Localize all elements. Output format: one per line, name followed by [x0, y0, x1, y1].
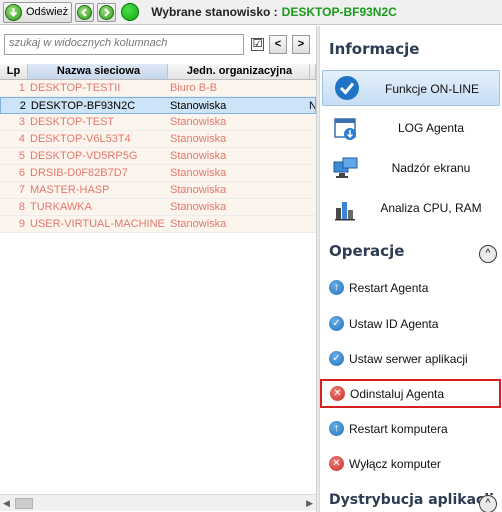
horizontal-scrollbar[interactable]: ◀ ▶: [0, 494, 316, 511]
check-circle-icon: ✓: [329, 351, 344, 366]
cell-extra: N: [309, 100, 316, 112]
column-header-unit[interactable]: Jedn. organizacyjna: [168, 64, 310, 79]
selected-station-label: Wybrane stanowisko :: [151, 5, 278, 19]
arrow-right-icon: [99, 4, 115, 20]
cell-name: DESKTOP-V6L53T4: [30, 133, 131, 145]
cell-unit: Stanowiska: [170, 133, 227, 145]
table-row[interactable]: 9 USER-VIRTUAL-MACHINE Stanowiska: [0, 216, 316, 233]
actions-panel: Informacje Funkcje ON-LINE LOG Agenta Na…: [319, 26, 502, 512]
selected-station-value: DESKTOP-BF93N2C: [281, 5, 397, 19]
table-row[interactable]: 1 DESKTOP-TESTII Biuro B-B: [0, 80, 316, 97]
restart-computer-label: Restart komputera: [349, 422, 448, 436]
scroll-right-icon[interactable]: ▶: [306, 498, 313, 509]
check-circle-icon: ✓: [329, 316, 344, 331]
uninstall-agent-button[interactable]: ✕ Odinstaluj Agenta: [320, 379, 501, 408]
check-circle-icon: [334, 75, 360, 101]
forward-button[interactable]: [97, 2, 117, 22]
stations-pane: szukaj w widocznych kolumnach ☑ < > Lp N…: [0, 26, 316, 512]
collapse-distribution-button[interactable]: ^: [479, 495, 497, 512]
cell-lp: 8: [18, 201, 25, 213]
column-header-name[interactable]: Nazwa sieciowa: [28, 64, 168, 79]
cell-unit: Stanowiska: [170, 201, 227, 213]
restart-agent-label: Restart Agenta: [349, 281, 429, 295]
cell-name: DESKTOP-BF93N2C: [30, 100, 136, 112]
table-header: Lp Nazwa sieciowa Jedn. organizacyjna: [0, 64, 316, 80]
shutdown-computer-button[interactable]: ✕ Wyłącz komputer: [322, 450, 500, 478]
cell-lp: 2: [19, 100, 26, 112]
cell-lp: 6: [18, 167, 25, 179]
online-status-icon: [121, 3, 140, 21]
table-row[interactable]: 6 DRSIB-D0F82B7D7 Stanowiska: [0, 165, 316, 182]
arrow-up-circle-icon: ↑: [329, 280, 344, 295]
info-section-title: Informacje: [329, 40, 420, 58]
column-header-lp[interactable]: Lp: [0, 64, 28, 79]
agent-log-label: LOG Agenta: [397, 121, 465, 135]
table-row-selected[interactable]: 2 DESKTOP-BF93N2C Stanowiska N: [0, 97, 316, 114]
search-next-button[interactable]: >: [292, 35, 310, 54]
cell-name: MASTER-HASP: [30, 184, 110, 196]
x-circle-icon: ✕: [329, 456, 344, 471]
uninstall-agent-label: Odinstaluj Agenta: [350, 387, 445, 401]
scroll-left-icon[interactable]: ◀: [3, 498, 10, 509]
cell-lp: 1: [18, 82, 25, 94]
cell-lp: 9: [18, 218, 25, 230]
table-row[interactable]: 3 DESKTOP-TEST Stanowiska: [0, 114, 316, 131]
cell-name: DRSIB-D0F82B7D7: [30, 167, 128, 179]
search-row: szukaj w widocznych kolumnach ☑ < >: [0, 33, 316, 57]
log-window-icon: [333, 116, 359, 142]
cell-unit: Biuro B-B: [170, 82, 218, 94]
shutdown-computer-label: Wyłącz komputer: [349, 457, 441, 471]
x-circle-icon: ✕: [330, 386, 345, 401]
cell-unit: Stanowiska: [170, 218, 227, 230]
refresh-button[interactable]: Odśwież: [3, 1, 73, 23]
back-button[interactable]: [75, 2, 95, 22]
screen-monitor-button[interactable]: Nadzór ekranu: [322, 150, 500, 190]
table-row[interactable]: 4 DESKTOP-V6L53T4 Stanowiska: [0, 131, 316, 148]
arrow-up-circle-icon: ↑: [329, 421, 344, 436]
toolbar: Odśwież Wybrane stanowisko : DESKTOP-BF9…: [0, 0, 502, 25]
cell-lp: 7: [18, 184, 25, 196]
cell-name: DESKTOP-TESTII: [30, 82, 121, 94]
refresh-down-arrow-icon: [5, 3, 22, 21]
monitor-icon: [333, 156, 359, 182]
cell-lp: 4: [18, 133, 25, 145]
cell-name: USER-VIRTUAL-MACHINE: [30, 218, 165, 230]
cpu-ram-analysis-label: Analiza CPU, RAM: [380, 201, 482, 215]
arrow-left-icon: [77, 4, 93, 20]
stations-table: Lp Nazwa sieciowa Jedn. organizacyjna 1 …: [0, 64, 316, 233]
scrollbar-thumb[interactable]: [15, 498, 33, 509]
table-row[interactable]: 7 MASTER-HASP Stanowiska: [0, 182, 316, 199]
cell-unit: Stanowiska: [170, 184, 227, 196]
table-row[interactable]: 8 TURKAWKA Stanowiska: [0, 199, 316, 216]
operations-section-title: Operacje: [329, 242, 405, 260]
search-prev-button[interactable]: <: [269, 35, 287, 54]
cell-name: TURKAWKA: [30, 201, 92, 213]
filter-checkbox[interactable]: ☑: [251, 38, 264, 51]
restart-computer-button[interactable]: ↑ Restart komputera: [322, 415, 500, 443]
cell-name: DESKTOP-TEST: [30, 116, 115, 128]
online-functions-button[interactable]: Funkcje ON-LINE: [322, 70, 500, 106]
cell-unit: Stanowiska: [169, 100, 227, 112]
refresh-label: Odśwież: [26, 6, 69, 18]
cell-unit: Stanowiska: [170, 167, 227, 179]
table-row[interactable]: 5 DESKTOP-VD5RP5G Stanowiska: [0, 148, 316, 165]
restart-agent-button[interactable]: ↑ Restart Agenta: [322, 274, 500, 302]
agent-log-button[interactable]: LOG Agenta: [322, 110, 500, 150]
cpu-ram-analysis-button[interactable]: Analiza CPU, RAM: [322, 190, 500, 230]
set-app-server-label: Ustaw serwer aplikacji: [349, 352, 468, 366]
cell-lp: 5: [18, 150, 25, 162]
collapse-operations-button[interactable]: ^: [479, 245, 497, 263]
bar-chart-icon: [333, 196, 359, 222]
set-agent-id-button[interactable]: ✓ Ustaw ID Agenta: [322, 310, 500, 338]
screen-monitor-label: Nadzór ekranu: [391, 161, 471, 175]
cell-unit: Stanowiska: [170, 116, 227, 128]
set-agent-id-label: Ustaw ID Agenta: [349, 317, 439, 331]
set-app-server-button[interactable]: ✓ Ustaw serwer aplikacji: [322, 345, 500, 373]
cell-name: DESKTOP-VD5RP5G: [30, 150, 138, 162]
search-input[interactable]: szukaj w widocznych kolumnach: [4, 34, 244, 55]
online-functions-label: Funkcje ON-LINE: [384, 82, 480, 96]
cell-lp: 3: [18, 116, 25, 128]
cell-unit: Stanowiska: [170, 150, 227, 162]
distribution-section-title: Dystrybucja aplikacji: [329, 492, 494, 508]
